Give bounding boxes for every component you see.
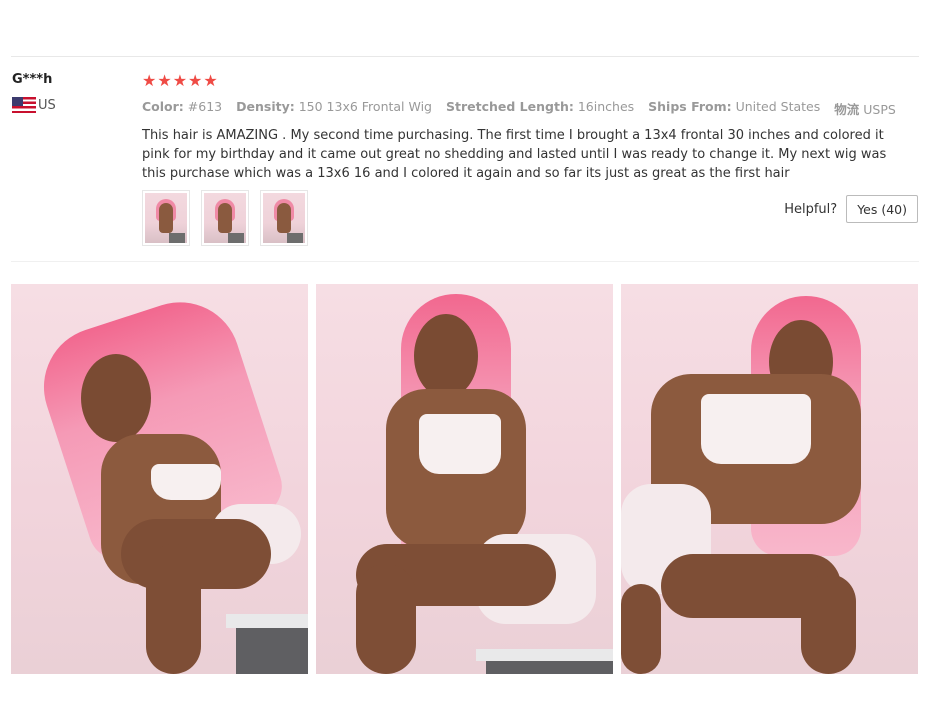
review-photo-gallery xyxy=(11,284,918,674)
country-code: US xyxy=(38,97,56,113)
section-divider xyxy=(11,261,919,262)
review-thumbnail[interactable] xyxy=(201,190,249,246)
review-thumbnail[interactable] xyxy=(260,190,308,246)
helpful-section: Helpful? Yes (40) xyxy=(784,195,918,223)
attr-length: Stretched Length: 16inches xyxy=(446,99,635,114)
helpful-yes-button[interactable]: Yes (40) xyxy=(846,195,918,223)
star-rating: ★ ★ ★ ★ ★ xyxy=(142,72,918,90)
review-photo[interactable] xyxy=(11,284,308,674)
star-icon: ★ xyxy=(172,71,188,90)
us-flag-icon xyxy=(12,97,36,113)
helpful-label: Helpful? xyxy=(784,201,838,217)
attr-density: Density: 150 13x6 Frontal Wig xyxy=(236,99,432,114)
star-icon: ★ xyxy=(157,71,172,90)
product-attributes: Color: #613 Density: 150 13x6 Frontal Wi… xyxy=(142,99,918,118)
reviewer-name: G***h xyxy=(12,72,53,87)
review-photo[interactable] xyxy=(621,284,918,674)
star-icon: ★ xyxy=(142,71,157,90)
reviewer-info: G***h US xyxy=(12,72,56,113)
top-divider xyxy=(11,56,919,57)
review-photo[interactable] xyxy=(316,284,613,674)
review-thumbnail[interactable] xyxy=(142,190,190,246)
star-icon: ★ xyxy=(188,71,203,90)
star-icon: ★ xyxy=(203,71,218,90)
reviewer-country: US xyxy=(12,97,56,113)
review-text: This hair is AMAZING . My second time pu… xyxy=(142,128,887,181)
attr-color: Color: #613 xyxy=(142,99,223,114)
attr-ships-from: Ships From: United States xyxy=(648,99,821,114)
attr-logistics: 物流 USPS xyxy=(834,102,896,117)
